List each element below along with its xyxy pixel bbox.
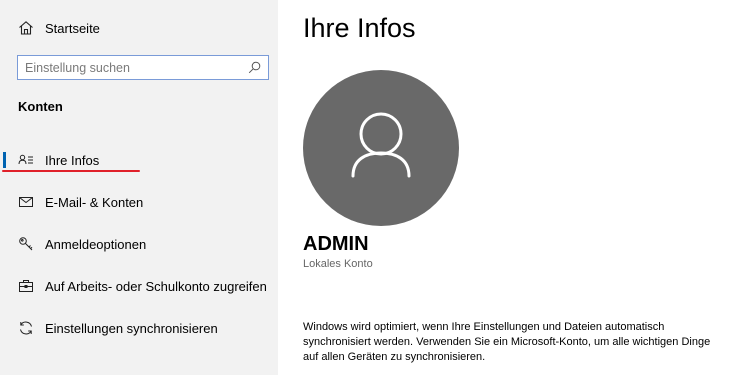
mail-icon	[18, 194, 34, 210]
section-title: Konten	[18, 99, 63, 114]
sidebar-item-sync-settings[interactable]: Einstellungen synchronisieren	[0, 310, 278, 346]
avatar	[303, 70, 459, 226]
home-label: Startseite	[45, 20, 100, 36]
home-button[interactable]: Startseite	[0, 10, 278, 46]
selection-indicator	[3, 152, 6, 168]
search-box	[17, 55, 269, 80]
sidebar-item-ihre-infos[interactable]: Ihre Infos	[0, 142, 278, 178]
sidebar-item-sign-in-options[interactable]: Anmeldeoptionen	[0, 226, 278, 262]
key-icon	[18, 236, 34, 252]
account-type: Lokales Konto	[303, 258, 373, 270]
sidebar-item-label: Einstellungen synchronisieren	[45, 320, 218, 336]
user-name: ADMIN	[303, 233, 369, 255]
contact-info-icon	[18, 152, 34, 168]
sidebar-item-email-accounts[interactable]: E-Mail- & Konten	[0, 184, 278, 220]
sync-icon	[18, 320, 34, 336]
sync-info-text: Windows wird optimiert, wenn Ihre Einste…	[303, 321, 711, 363]
sidebar-item-label: E-Mail- & Konten	[45, 194, 144, 210]
sidebar-item-label: Anmeldeoptionen	[45, 236, 147, 252]
home-icon	[18, 20, 34, 36]
main-content: Ihre Infos ADMIN Lokales Konto Windows w…	[278, 0, 750, 375]
search-icon[interactable]	[248, 61, 261, 74]
sidebar-item-label: Ihre Infos	[45, 152, 100, 168]
briefcase-icon	[18, 278, 34, 294]
highlight-underline	[2, 170, 140, 172]
page-title: Ihre Infos	[303, 13, 416, 43]
user-icon	[351, 112, 411, 178]
search-input[interactable]	[18, 57, 242, 78]
sidebar-item-work-school[interactable]: Auf Arbeits- oder Schulkonto zugreifen	[0, 268, 278, 304]
sidebar: Startseite Konten Ihre Infos	[0, 0, 278, 375]
sidebar-item-label: Auf Arbeits- oder Schulkonto zugreifen	[45, 278, 267, 294]
